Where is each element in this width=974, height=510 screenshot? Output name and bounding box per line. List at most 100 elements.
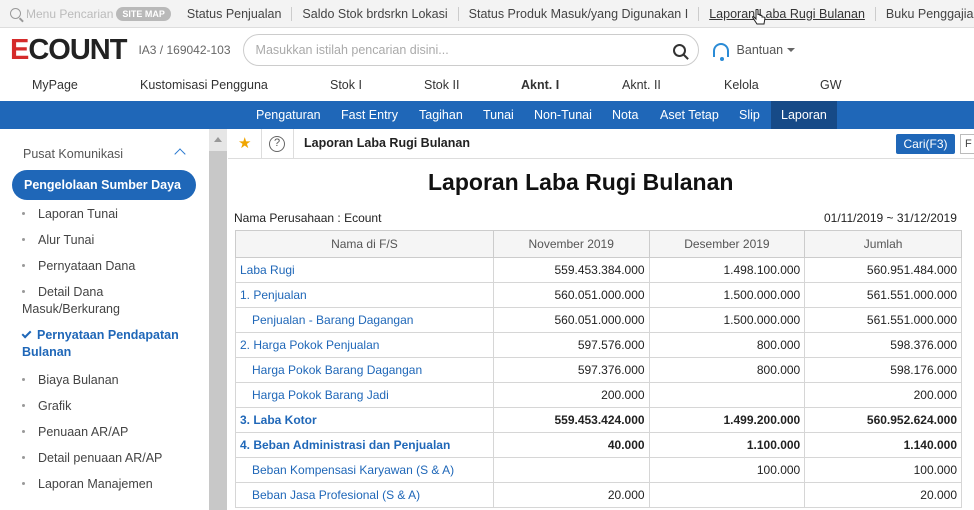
column-header-november: November 2019 <box>492 230 650 258</box>
bullet-icon <box>22 482 25 486</box>
global-search-input[interactable] <box>255 43 656 57</box>
nav-kelola[interactable]: Kelola <box>724 78 759 92</box>
menu-search-placeholder[interactable]: Menu Pencarian <box>26 7 113 21</box>
row-jumlah-cell: 560.951.484.000 <box>804 257 962 283</box>
subnav-tunai[interactable]: Tunai <box>476 101 521 129</box>
row-jumlah-cell: 1.140.000 <box>804 432 962 458</box>
nav-stok-2[interactable]: Stok II <box>424 78 459 92</box>
bookmark-link-buku-penggajian[interactable]: Buku Penggajian <box>876 7 974 21</box>
table-row[interactable]: 3. Laba Kotor 559.453.424.000 1.499.200.00… <box>235 407 962 433</box>
subnav-slip[interactable]: Slip <box>732 101 767 129</box>
row-name-cell[interactable]: 1. Penjualan <box>235 282 494 308</box>
nav-kustomisasi[interactable]: Kustomisasi Pengguna <box>140 78 268 92</box>
scrollbar-thumb[interactable] <box>209 151 227 510</box>
nav-stok-1[interactable]: Stok I <box>330 78 362 92</box>
row-november-cell: 20.000 <box>492 482 650 508</box>
row-jumlah-cell: 561.551.000.000 <box>804 307 962 333</box>
global-search <box>242 34 699 66</box>
star-icon[interactable]: ★ <box>238 134 251 152</box>
nav-aknt-2[interactable]: Aknt. II <box>622 78 661 92</box>
report-panel: ★ ? Laporan Laba Rugi Bulanan Cari(F3) F… <box>228 129 974 510</box>
row-name-cell[interactable]: Beban Kompensasi Karyawan (S & A) <box>235 457 494 483</box>
row-jumlah-cell: 598.176.000 <box>804 357 962 383</box>
ecount-logo[interactable]: ECOUNT <box>10 34 127 67</box>
row-name-cell[interactable]: Beban Jasa Profesional (S & A) <box>235 482 494 508</box>
bullet-icon <box>22 430 25 434</box>
subnav-fast-entry[interactable]: Fast Entry <box>334 101 405 129</box>
table-row[interactable]: Laba Rugi 559.453.384.000 1.498.100.000 560… <box>235 257 962 283</box>
row-name-cell[interactable]: Penjualan - Barang Dagangan <box>235 307 494 333</box>
sidebar-item-laporan-tunai[interactable]: Laporan Tunai <box>22 206 198 223</box>
row-desember-cell: 1.500.000.000 <box>648 282 806 308</box>
row-name-cell[interactable]: 2. Harga Pokok Penjualan <box>235 332 494 358</box>
sidebar-item-grafik[interactable]: Grafik <box>22 398 198 415</box>
toolbar-title: Laporan Laba Rugi Bulanan <box>304 136 470 150</box>
table-row[interactable]: Penjualan - Barang Dagangan 560.051.000.0… <box>235 307 962 333</box>
nav-gw[interactable]: GW <box>820 78 842 92</box>
company-id: IA3 / 169042-103 <box>138 43 231 57</box>
nav-mypage[interactable]: MyPage <box>32 78 78 92</box>
sidebar-item-penuaan[interactable]: Penuaan AR/AP <box>22 424 198 441</box>
subnav-aset-tetap[interactable]: Aset Tetap <box>653 101 726 129</box>
sidebar-item-alur-tunai[interactable]: Alur Tunai <box>22 232 198 249</box>
table-row[interactable]: 2. Harga Pokok Penjualan 597.576.000 800.0… <box>235 332 962 358</box>
bookmark-link-saldo-stok[interactable]: Saldo Stok brdsrkn Lokasi <box>292 6 459 21</box>
bullet-icon <box>22 290 25 294</box>
help-label: Bantuan <box>736 43 784 57</box>
sidebar-item-pernyataan-dana[interactable]: Pernyataan Dana <box>22 258 198 275</box>
search-f3-button[interactable]: Cari(F3) <box>896 134 955 154</box>
row-desember-cell: 800.000 <box>648 332 806 358</box>
subnav-pengaturan[interactable]: Pengaturan <box>249 101 328 129</box>
search-icon[interactable] <box>672 43 686 57</box>
table-row[interactable]: Beban Kompensasi Karyawan (S & A) 100.000… <box>235 457 962 483</box>
report-title: Laporan Laba Rugi Bulanan <box>428 169 734 195</box>
table-row[interactable]: Harga Pokok Barang Jadi 200.000 200.000 <box>235 382 962 408</box>
extra-button[interactable]: F <box>960 134 974 154</box>
row-desember-cell: 800.000 <box>648 357 806 383</box>
report-period: 01/11/2019 ~ 31/12/2019 <box>824 211 957 225</box>
column-header-nama: Nama di F/S <box>235 230 494 258</box>
table-row[interactable]: 4. Beban Administrasi dan Penjualan 40.00… <box>235 432 962 458</box>
sitemap-button[interactable]: SITE MAP <box>116 6 171 21</box>
row-desember-cell: 1.498.100.000 <box>648 257 806 283</box>
sidebar-item-pernyataan-pendapatan[interactable]: Pernyataan Pendapatan Bulanan <box>21 327 198 361</box>
row-name-cell[interactable]: Harga Pokok Barang Dagangan <box>235 357 494 383</box>
sidebar-title[interactable]: Pusat Komunikasi <box>23 147 123 161</box>
subnav-laporan[interactable]: Laporan <box>771 101 837 129</box>
chevron-up-icon[interactable] <box>174 148 186 160</box>
report-toolbar: ★ ? Laporan Laba Rugi Bulanan Cari(F3) F <box>228 129 974 159</box>
sidebar-item-detail-penuaan[interactable]: Detail penuaan AR/AP <box>22 450 198 467</box>
row-name-cell[interactable]: 4. Beban Administrasi dan Penjualan <box>235 432 494 458</box>
subnav-tagihan[interactable]: Tagihan <box>412 101 470 129</box>
menu-search[interactable]: Menu Pencarian <box>0 7 113 21</box>
bookmark-link-status-penjualan[interactable]: Status Penjualan <box>177 6 293 21</box>
row-name-cell[interactable]: Laba Rugi <box>235 257 494 283</box>
bookmark-link-laporan-laba-rugi[interactable]: Laporan Laba Rugi Bulanan <box>699 6 876 21</box>
row-november-cell <box>492 457 650 483</box>
column-header-jumlah: Jumlah <box>804 230 962 258</box>
column-header-desember: Desember 2019 <box>648 230 806 258</box>
scroll-up-icon[interactable] <box>214 137 222 142</box>
table-row[interactable]: Beban Jasa Profesional (S & A) 20.000 20.0… <box>235 482 962 508</box>
row-november-cell: 597.376.000 <box>492 357 650 383</box>
nav-aknt-1[interactable]: Aknt. I <box>521 78 559 92</box>
sidebar-scrollbar[interactable] <box>209 129 227 510</box>
row-november-cell: 40.000 <box>492 432 650 458</box>
table-row[interactable]: 1. Penjualan 560.051.000.000 1.500.000.000… <box>235 282 962 308</box>
bullet-icon <box>22 378 25 382</box>
help-menu[interactable]: Bantuan <box>712 43 796 61</box>
subnav-non-tunai[interactable]: Non-Tunai <box>527 101 599 129</box>
table-row[interactable]: Harga Pokok Barang Dagangan 597.376.000 80… <box>235 357 962 383</box>
sidebar-item-biaya-bulanan[interactable]: Biaya Bulanan <box>22 372 198 389</box>
sidebar-item-laporan-manajemen[interactable]: Laporan Manajemen <box>22 476 198 493</box>
bookmark-link-status-produk[interactable]: Status Produk Masuk/yang Digunakan I <box>459 6 700 21</box>
row-desember-cell <box>648 382 806 408</box>
subnav-nota[interactable]: Nota <box>605 101 645 129</box>
help-icon[interactable]: ? <box>269 136 285 152</box>
row-name-cell[interactable]: Harga Pokok Barang Jadi <box>235 382 494 408</box>
row-jumlah-cell: 200.000 <box>804 382 962 408</box>
row-name-cell[interactable]: 3. Laba Kotor <box>235 407 494 433</box>
sidebar-item-detail-dana[interactable]: Detail Dana Masuk/Berkurang <box>22 284 198 318</box>
sidebar-group-pengelolaan[interactable]: Pengelolaan Sumber Daya <box>12 170 196 200</box>
report-table: Nama di F/S November 2019 Desember 2019 … <box>235 230 962 508</box>
